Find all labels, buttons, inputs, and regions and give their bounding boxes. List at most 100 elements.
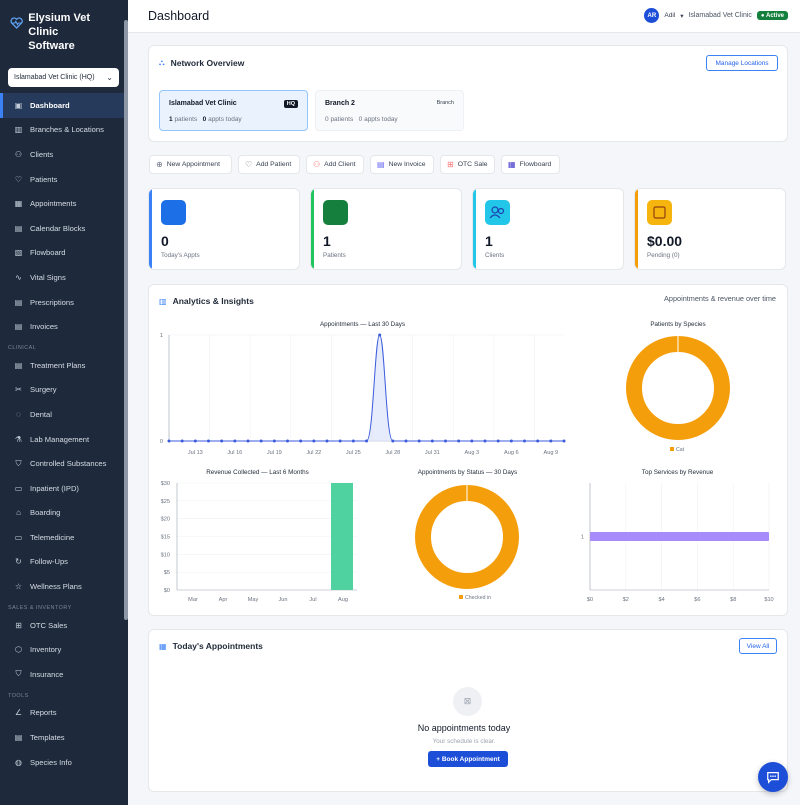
- sidebar-item-treatment-plans[interactable]: ▤ Treatment Plans: [0, 353, 128, 378]
- brand[interactable]: Elysium Vet Clinic Software: [0, 0, 128, 62]
- sidebar-item-clients[interactable]: ⚇ Clients: [0, 142, 128, 167]
- clinic-name: Islamabad Vet Clinic: [688, 12, 752, 19]
- location-select[interactable]: Islamabad Vet Clinic (HQ) ⌄: [8, 68, 119, 87]
- avatar[interactable]: AR: [644, 8, 660, 23]
- users-icon: ⚇: [14, 149, 23, 159]
- sidebar-item-surgery[interactable]: ✂ Surgery: [0, 378, 128, 403]
- bed-icon: ▭: [14, 483, 23, 493]
- sidebar-item-prescriptions[interactable]: ▤ Prescriptions: [0, 290, 128, 315]
- location-card-hq[interactable]: Islamabad Vet Clinic HQ 1 patients 0 app…: [159, 90, 308, 131]
- empty-subtitle: Your schedule is clear.: [432, 738, 496, 745]
- sidebar-item-otc-sales[interactable]: ⊞ OTC Sales: [0, 613, 128, 638]
- tooth-icon: ◌: [16, 409, 21, 419]
- otc-sale-button[interactable]: ⊞ OTC Sale: [440, 155, 495, 174]
- sidebar-item-controlled-substances[interactable]: ⛉ Controlled Substances: [0, 451, 128, 476]
- dashboard-icon: ▣: [14, 100, 23, 110]
- sidebar-item-appointments[interactable]: ▦ Appointments: [0, 191, 128, 216]
- sidebar-item-label: Vital Signs: [30, 272, 66, 282]
- chat-icon: [767, 772, 779, 784]
- location-name: Branch 2: [325, 100, 355, 107]
- sidebar-item-follow-ups[interactable]: ↻ Follow-Ups: [0, 550, 128, 575]
- stat-clients[interactable]: 1 Clients: [472, 188, 624, 270]
- new-invoice-button[interactable]: ▤ New Invoice: [370, 155, 434, 174]
- sidebar-item-branches-locations[interactable]: ▥ Branches & Locations: [0, 118, 128, 143]
- add-patient-button[interactable]: ♡ Add Patient: [238, 155, 300, 174]
- chat-button[interactable]: [758, 762, 788, 792]
- user-area: AR Adil ▾ Islamabad Vet Clinic ● Active: [644, 8, 788, 23]
- location-select-value: Islamabad Vet Clinic (HQ): [14, 74, 95, 81]
- calendar-x-icon: ⊠: [453, 687, 482, 716]
- appointments-title-text: Today's Appointments: [172, 641, 263, 651]
- sidebar-item-species-info[interactable]: ◍ Species Info: [0, 750, 128, 775]
- sidebar-item-inventory[interactable]: ⬡ Inventory: [0, 637, 128, 662]
- location-tag: Branch: [436, 100, 454, 106]
- sidebar-item-telemedicine[interactable]: ▭ Telemedicine: [0, 525, 128, 550]
- manage-locations-button[interactable]: Manage Locations: [706, 55, 778, 71]
- analytics-title: ▥ Analytics & Insights: [159, 296, 254, 306]
- sidebar-item-label: Telemedicine: [30, 532, 75, 542]
- sidebar-item-templates[interactable]: ▤ Templates: [0, 725, 128, 750]
- sidebar-item-label: Prescriptions: [30, 297, 74, 307]
- sidebar-item-dental[interactable]: ◌ Dental: [0, 402, 128, 427]
- plus-circle-icon: ⊕: [156, 160, 163, 169]
- sidebar-item-label: Dashboard: [30, 100, 70, 110]
- location-stats: 0 patients 0 appts today: [325, 116, 398, 123]
- template-icon: ▤: [14, 733, 23, 743]
- app-title-line2: Software: [28, 40, 75, 52]
- shield-check-icon: ⛉: [15, 669, 22, 679]
- sidebar-nav: ▣ Dashboard ▥ Branches & Locations ⚇ Clients ♡…: [0, 93, 128, 774]
- sidebar-scrollbar[interactable]: [124, 20, 128, 620]
- cart-icon: ⊞: [15, 620, 22, 630]
- sidebar-item-label: Patients: [30, 174, 58, 184]
- sidebar-item-insurance[interactable]: ⛉ Insurance: [0, 662, 128, 687]
- network-title-text: Network Overview: [170, 58, 245, 68]
- flowboard-button[interactable]: ▦ Flowboard: [501, 155, 560, 174]
- location-card-branch[interactable]: Branch 2 Branch 0 patients 0 appts today: [315, 90, 464, 131]
- sidebar-item-label: Species Info: [30, 757, 72, 767]
- invoice-icon: ▤: [377, 160, 385, 169]
- app-title-line1: Elysium Vet Clinic: [28, 12, 91, 38]
- new-appointment-button[interactable]: ⊕ New Appointment: [149, 155, 232, 174]
- sidebar-item-lab-management[interactable]: ⚗ Lab Management: [0, 427, 128, 452]
- sidebar-item-flowboard[interactable]: ▧ Flowboard: [0, 241, 128, 266]
- analytics-card: ▥ Analytics & Insights Appointments & re…: [148, 284, 788, 616]
- globe-icon: ◍: [15, 757, 22, 767]
- chart-title: Top Services by Revenue: [641, 469, 714, 476]
- video-icon: ▭: [14, 532, 23, 542]
- home-icon: ⌂: [16, 508, 21, 518]
- add-client-button[interactable]: ⚇ Add Client: [306, 155, 364, 174]
- users-icon: [485, 200, 510, 225]
- bar-chart-icon: ▥: [159, 296, 167, 306]
- view-all-button[interactable]: View All: [739, 638, 777, 654]
- sidebar-item-label: Appointments: [30, 199, 77, 209]
- page-title: Dashboard: [148, 9, 210, 23]
- calendar-block-icon: ▤: [14, 223, 23, 233]
- stat-value: 1: [485, 233, 493, 249]
- user-plus-icon: ⚇: [313, 160, 321, 169]
- sidebar-item-boarding[interactable]: ⌂ Boarding: [0, 501, 128, 526]
- sidebar-item-dashboard[interactable]: ▣ Dashboard: [0, 93, 128, 118]
- topbar: Dashboard AR Adil ▾ Islamabad Vet Clinic…: [128, 0, 800, 33]
- stat-value: 1: [323, 233, 331, 249]
- user-name[interactable]: Adil: [664, 12, 675, 19]
- clipboard-icon: ▤: [14, 360, 23, 370]
- chevron-down-icon[interactable]: ▾: [680, 12, 683, 20]
- stat-today-appts[interactable]: 0 Today's Appts: [148, 188, 300, 270]
- book-appointment-button[interactable]: + Book Appointment: [428, 751, 508, 767]
- stat-pending[interactable]: $0.00 Pending (0): [634, 188, 786, 270]
- invoice-icon: ▤: [14, 322, 23, 332]
- sidebar-item-vital-signs[interactable]: ∿ Vital Signs: [0, 265, 128, 290]
- sidebar-item-calendar-blocks[interactable]: ▤ Calendar Blocks: [0, 216, 128, 241]
- chart-title: Revenue Collected — Last 6 Months: [206, 469, 309, 476]
- flowboard-icon: ▦: [508, 160, 516, 169]
- sidebar-item-wellness-plans[interactable]: ☆ Wellness Plans: [0, 574, 128, 599]
- sidebar-item-inpatient-ipd[interactable]: ▭ Inpatient (IPD): [0, 476, 128, 501]
- stat-label: Clients: [485, 252, 505, 259]
- calendar-icon: [161, 200, 186, 225]
- sidebar-item-invoices[interactable]: ▤ Invoices: [0, 314, 128, 339]
- sidebar-item-reports[interactable]: ∠ Reports: [0, 701, 128, 726]
- stat-patients[interactable]: 1 Patients: [310, 188, 462, 270]
- refresh-icon: ↻: [15, 557, 22, 567]
- sidebar-item-patients[interactable]: ♡ Patients: [0, 167, 128, 192]
- sidebar-item-label: Clients: [30, 149, 54, 159]
